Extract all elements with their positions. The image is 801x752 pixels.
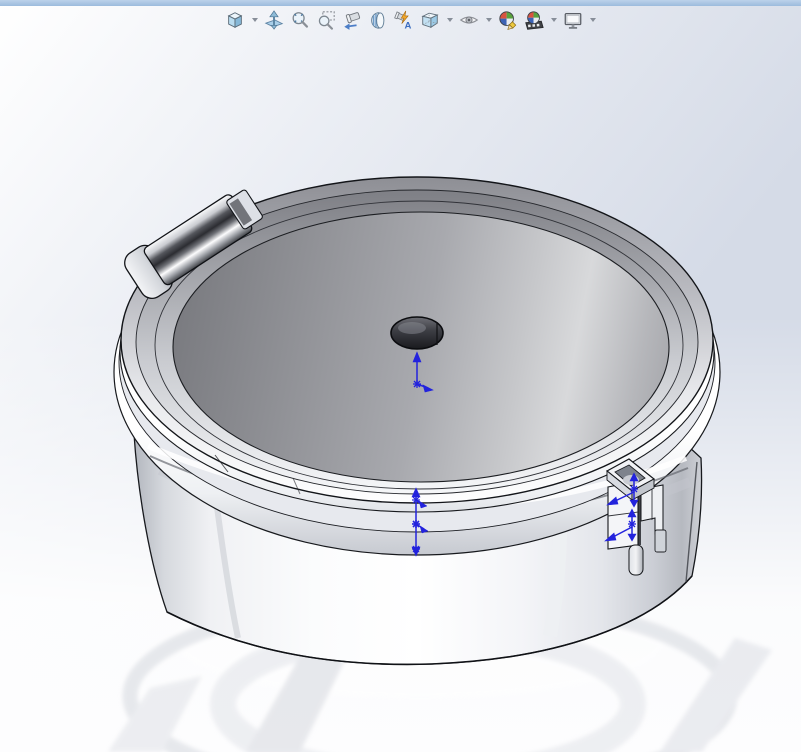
zoom-to-fit-button[interactable] xyxy=(289,8,311,32)
zoom-to-area-button[interactable] xyxy=(315,8,337,32)
edit-appearance-button[interactable] xyxy=(497,8,519,32)
previous-view-button[interactable] xyxy=(341,8,363,32)
flashlight-back-arrow-icon xyxy=(342,9,362,31)
arrow-through-plane-icon xyxy=(264,9,284,31)
monitor-icon xyxy=(563,9,583,31)
magnifier-expand-icon xyxy=(290,9,310,31)
eye-icon xyxy=(459,9,479,31)
color-sphere-filmstrip-icon xyxy=(524,9,544,31)
view-settings-dropdown-caret-icon[interactable] xyxy=(588,8,597,32)
viewport-3d[interactable] xyxy=(0,0,801,752)
dynamic-annotation-views-button[interactable] xyxy=(393,8,415,32)
display-style-dropdown-caret-icon[interactable] xyxy=(250,8,259,32)
apply-scene-dropdown-caret-icon[interactable] xyxy=(549,8,558,32)
view-cube-icon xyxy=(420,9,440,31)
hide-show-items-button[interactable] xyxy=(458,8,480,32)
model-pot-assembly[interactable] xyxy=(113,176,721,666)
display-style-button[interactable] xyxy=(224,8,246,32)
lid-center-hole[interactable] xyxy=(390,316,444,350)
section-cut-icon xyxy=(368,9,388,31)
lightning-letter-a-icon xyxy=(394,9,414,31)
normal-to-button[interactable] xyxy=(263,8,285,32)
view-settings-button[interactable] xyxy=(562,8,584,32)
hide-show-items-dropdown-caret-icon[interactable] xyxy=(484,8,493,32)
view-orientation-dropdown-caret-icon[interactable] xyxy=(445,8,454,32)
view-orientation-button[interactable] xyxy=(419,8,441,32)
apply-scene-button[interactable] xyxy=(523,8,545,32)
solidworks-window xyxy=(0,0,801,752)
section-view-button[interactable] xyxy=(367,8,389,32)
shaded-cube-icon xyxy=(225,9,245,31)
magnifier-marquee-icon xyxy=(316,9,336,31)
color-sphere-pencil-icon xyxy=(498,9,518,31)
heads-up-view-toolbar xyxy=(224,6,597,34)
